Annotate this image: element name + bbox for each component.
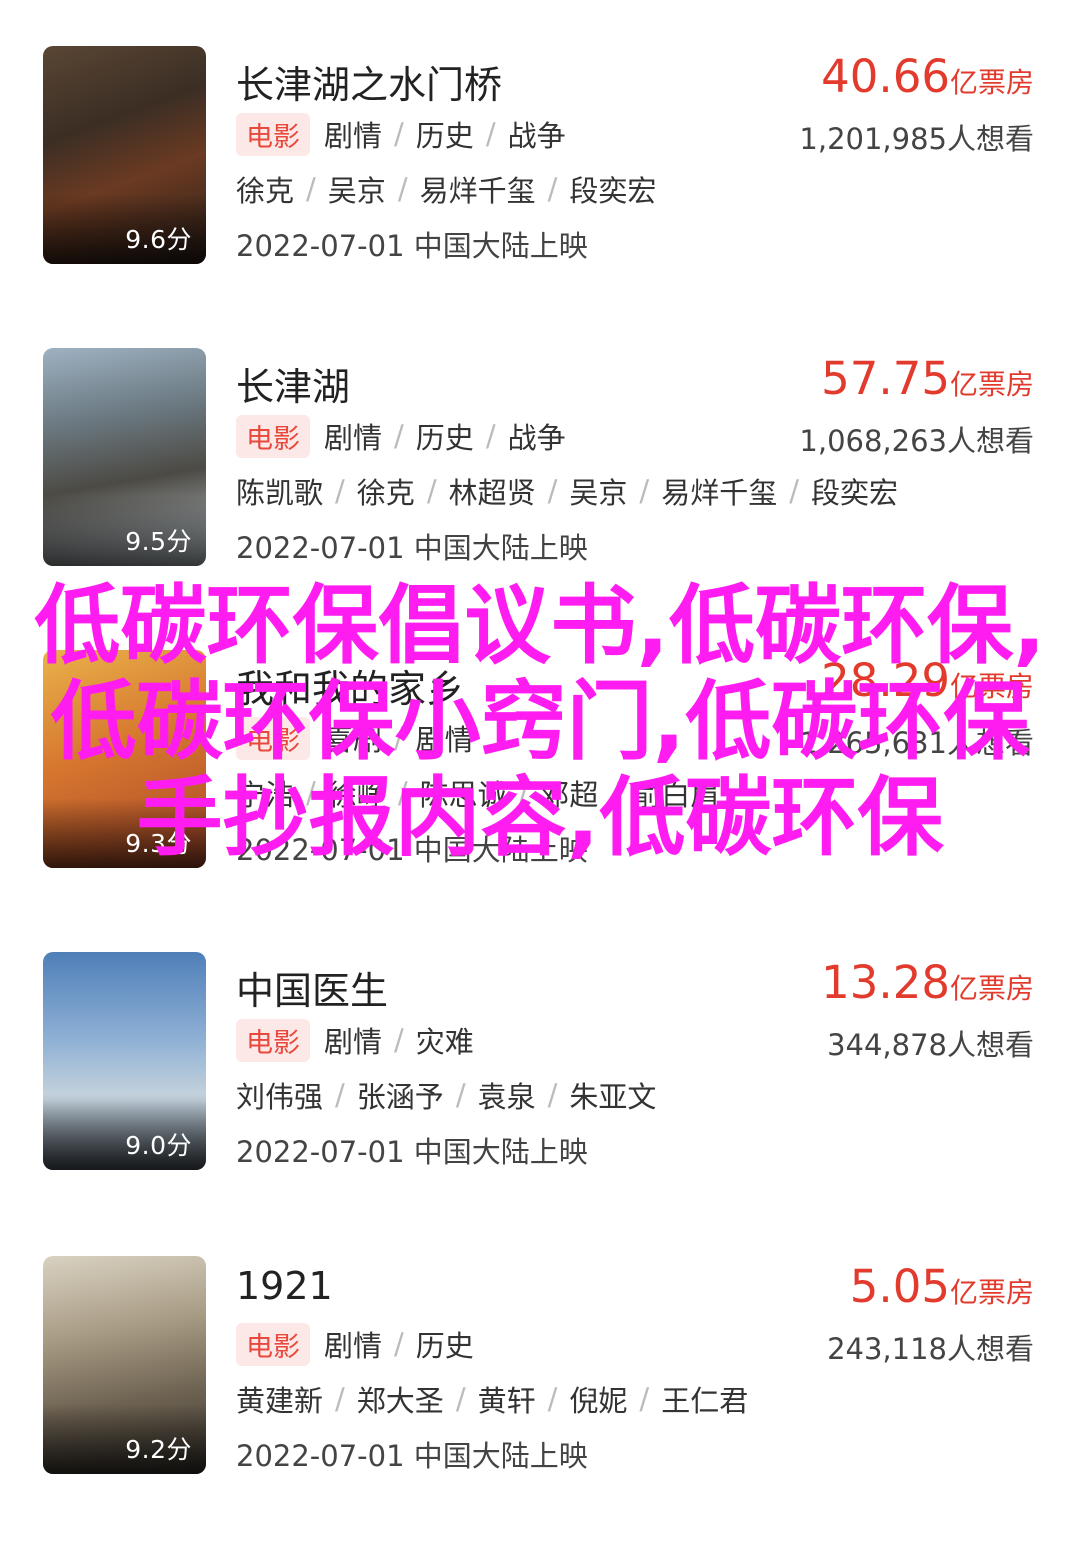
cast-name: 刘伟强 [236, 1080, 324, 1114]
movie-title[interactable]: 长津湖之水门桥 [236, 54, 502, 109]
genre-row: 电影 剧情 / 历史 / 战争 [236, 112, 566, 156]
movie-title[interactable]: 长津湖 [236, 356, 350, 411]
genre: 灾难 [415, 1025, 474, 1059]
type-tag: 电影 [236, 1322, 310, 1366]
cast-name: 郑大圣 [356, 1384, 444, 1418]
cast-name: 陈凯歌 [236, 476, 324, 510]
cast-name: 吴京 [569, 476, 628, 510]
box-office: 57.75亿票房 [821, 352, 1034, 405]
box-office-number: 13.28 [821, 956, 950, 1009]
box-office-unit: 亿票房 [949, 972, 1034, 1005]
rating-score: 9.2分 [125, 1435, 192, 1464]
type-tag: 电影 [236, 1018, 310, 1062]
want-count: 344,878人想看 [827, 1028, 1034, 1062]
release-date: 2022-07-01 中国大陆上映 [236, 531, 588, 565]
cast-name: 倪妮 [569, 1384, 628, 1418]
genre: 战争 [507, 119, 566, 153]
want-count: 1,201,985人想看 [799, 122, 1034, 156]
movie-item[interactable]: 9.2分 1921 5.05亿票房 电影 剧情 / 历史 243,118人想看 黄… [0, 1256, 1080, 1558]
box-office-unit: 亿票房 [949, 66, 1034, 99]
overlay-watermark-text: 低碳环保倡议书,低碳环保,低碳环保小窍门,低碳环保手抄报内容,低碳环保 [0, 578, 1080, 866]
movie-title[interactable]: 中国医生 [236, 960, 388, 1015]
cast-name: 袁泉 [477, 1080, 536, 1114]
cast-name: 黄轩 [477, 1384, 536, 1418]
type-tag: 电影 [236, 112, 310, 156]
movie-poster[interactable]: 9.5分 [43, 348, 206, 566]
genre: 剧情 [324, 1025, 383, 1059]
genre: 剧情 [324, 421, 383, 455]
release-date: 2022-07-01 中国大陆上映 [236, 229, 588, 263]
cast-name: 林超贤 [448, 476, 536, 510]
release-date: 2022-07-01 中国大陆上映 [236, 1135, 588, 1169]
rating-score: 9.5分 [125, 527, 192, 556]
movie-item[interactable]: 9.0分 中国医生 13.28亿票房 电影 剧情 / 灾难 344,878人想看 … [0, 952, 1080, 1254]
genre-row: 电影 剧情 / 灾难 [236, 1018, 474, 1062]
genre-row: 电影 剧情 / 历史 / 战争 [236, 414, 566, 458]
box-office-unit: 亿票房 [949, 368, 1034, 401]
cast-name: 徐克 [236, 174, 295, 208]
genre: 剧情 [324, 119, 383, 153]
box-office-unit: 亿票房 [949, 1276, 1034, 1309]
genre: 历史 [415, 119, 474, 153]
genre: 历史 [415, 421, 474, 455]
box-office-number: 57.75 [821, 352, 950, 405]
want-count: 243,118人想看 [827, 1332, 1034, 1366]
cast-name: 朱亚文 [569, 1080, 657, 1114]
cast-name: 张涵予 [356, 1080, 444, 1114]
genre: 历史 [415, 1329, 474, 1363]
movie-poster[interactable]: 9.0分 [43, 952, 206, 1170]
overlay-text: 低碳环保倡议书,低碳环保,低碳环保小窍门,低碳环保手抄报内容,低碳环保 [34, 576, 1046, 868]
movie-item[interactable]: 9.6分 长津湖之水门桥 40.66亿票房 电影 剧情 / 历史 / 战争 1,20… [0, 46, 1080, 348]
cast-row: 黄建新 / 郑大圣 / 黄轩 / 倪妮 / 王仁君 [236, 1378, 748, 1420]
cast-row: 刘伟强 / 张涵予 / 袁泉 / 朱亚文 [236, 1074, 656, 1116]
type-tag: 电影 [236, 414, 310, 458]
cast-name: 段奕宏 [810, 476, 898, 510]
cast-name: 段奕宏 [569, 174, 657, 208]
genre: 剧情 [324, 1329, 383, 1363]
movie-poster[interactable]: 9.2分 [43, 1256, 206, 1474]
movie-title[interactable]: 1921 [236, 1264, 333, 1308]
genre: 战争 [507, 421, 566, 455]
box-office-number: 40.66 [821, 50, 950, 103]
movie-poster[interactable]: 9.6分 [43, 46, 206, 264]
cast-name: 吴京 [327, 174, 386, 208]
want-count: 1,068,263人想看 [799, 424, 1034, 458]
cast-name: 易烊千玺 [419, 174, 536, 208]
rating-score: 9.6分 [125, 225, 192, 254]
genre-row: 电影 剧情 / 历史 [236, 1322, 474, 1366]
box-office: 5.05亿票房 [850, 1260, 1034, 1313]
release-date: 2022-07-01 中国大陆上映 [236, 1439, 588, 1473]
cast-name: 王仁君 [661, 1384, 749, 1418]
cast-row: 徐克 / 吴京 / 易烊千玺 / 段奕宏 [236, 168, 656, 210]
cast-row: 陈凯歌 / 徐克 / 林超贤 / 吴京 / 易烊千玺 / 段奕宏 [236, 470, 898, 512]
cast-name: 易烊千玺 [661, 476, 778, 510]
rating-score: 9.0分 [125, 1131, 192, 1160]
box-office-number: 5.05 [849, 1260, 950, 1313]
cast-name: 徐克 [356, 476, 415, 510]
cast-name: 黄建新 [236, 1384, 324, 1418]
box-office: 40.66亿票房 [821, 50, 1034, 103]
box-office: 13.28亿票房 [821, 956, 1034, 1009]
